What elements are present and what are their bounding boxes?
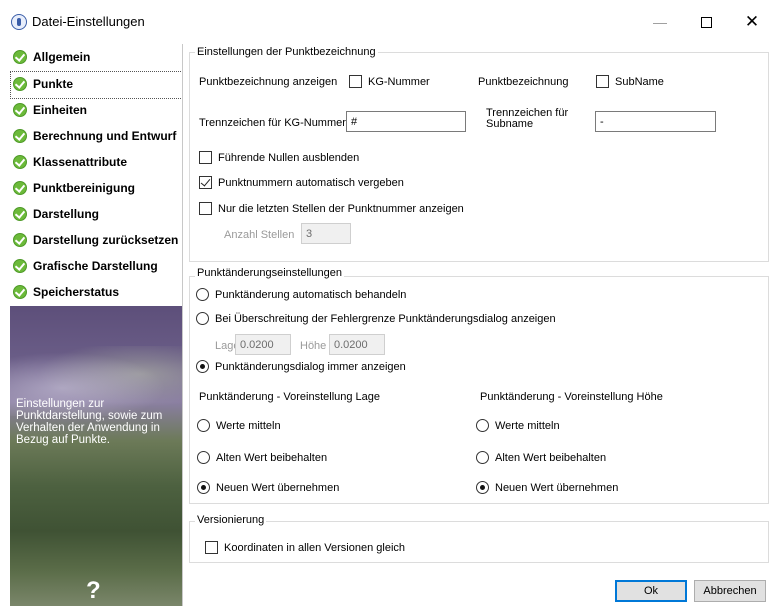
minimize-button[interactable]: — (637, 0, 683, 44)
app-icon (11, 14, 27, 30)
sidebar-item-punkte[interactable]: Punkte (10, 71, 182, 99)
radio-immer-anzeigen[interactable] (196, 360, 209, 373)
check-circle-icon (13, 77, 27, 91)
sidebar: Allgemein Punkte Einheiten Berechnung un… (10, 44, 183, 606)
lage-column-title: Punktänderung - Voreinstellung Lage (199, 391, 381, 403)
hoehe-label: Höhe (300, 340, 327, 352)
sidebar-item-berechnung[interactable]: Berechnung und Entwurf (10, 123, 182, 149)
auto-nummer-checkbox[interactable] (199, 176, 212, 189)
hoehe-radio-neuen[interactable] (476, 481, 489, 494)
settings-panel: Einstellungen der Punktbezeichnung Punkt… (184, 44, 771, 606)
nullen-label: Führende Nullen ausblenden (218, 152, 360, 164)
letzte-stellen-checkbox[interactable] (199, 202, 212, 215)
radio-auto-behandeln-label: Punktänderung automatisch behandeln (215, 289, 407, 301)
hoehe-input[interactable] (329, 334, 385, 355)
radio-immer-anzeigen-label: Punktänderungsdialog immer anzeigen (215, 361, 406, 373)
lage-radio-neuen[interactable] (197, 481, 210, 494)
radio-fehlergrenze[interactable] (196, 312, 209, 325)
close-icon: ✕ (744, 12, 760, 32)
lage-neuen-label: Neuen Wert übernehmen (216, 482, 340, 494)
check-circle-icon (13, 207, 27, 221)
sidebar-item-einheiten[interactable]: Einheiten (10, 97, 182, 123)
anzahl-stellen-input[interactable] (301, 223, 351, 244)
sidebar-item-label: Klassenattribute (33, 155, 128, 169)
kg-nummer-checkbox[interactable] (349, 75, 362, 88)
sidebar-item-label: Allgemein (33, 50, 91, 64)
sidebar-item-label: Speicherstatus (33, 285, 120, 299)
hoehe-radio-alten[interactable] (476, 451, 489, 464)
sidebar-item-grafische-darstellung[interactable]: Grafische Darstellung (10, 253, 182, 279)
close-button[interactable]: ✕ (729, 0, 771, 44)
subname-checkbox[interactable] (596, 75, 609, 88)
group-title-punktaenderung: Punktänderungseinstellungen (195, 267, 344, 279)
sidebar-item-label: Berechnung und Entwurf (33, 129, 177, 143)
lage-alten-label: Alten Wert beibehalten (216, 452, 328, 464)
lage-radio-alten[interactable] (197, 451, 210, 464)
check-circle-icon (13, 233, 27, 247)
maximize-icon (700, 16, 712, 28)
hoehe-radio-mitteln[interactable] (476, 419, 489, 432)
show-label-text: Punktbezeichnung anzeigen (199, 76, 338, 88)
trenn-sub-label: Trennzeichen für Subname (486, 108, 568, 130)
radio-fehlergrenze-label: Bei Überschreitung der Fehlergrenze Punk… (215, 313, 556, 325)
check-circle-icon (13, 259, 27, 273)
title-bar: Datei-Einstellungen — ✕ (0, 0, 771, 44)
koordinaten-label: Koordinaten in allen Versionen gleich (224, 542, 406, 554)
ok-button[interactable]: Ok (615, 580, 687, 602)
hoehe-column-title: Punktänderung - Voreinstellung Höhe (480, 391, 663, 403)
trenn-sub-label-line2: Subname (486, 118, 534, 130)
sidebar-item-label: Grafische Darstellung (33, 259, 158, 273)
auto-nummer-label: Punktnummern automatisch vergeben (218, 177, 404, 189)
lage-radio-mitteln[interactable] (197, 419, 210, 432)
cancel-button[interactable]: Abbrechen (694, 580, 766, 602)
hoehe-mitteln-label: Werte mitteln (495, 420, 560, 432)
punktbezeichnung-label: Punktbezeichnung (478, 76, 569, 88)
subname-label: SubName (615, 76, 664, 88)
sidebar-item-speicherstatus[interactable]: Speicherstatus (10, 279, 182, 305)
koordinaten-checkbox[interactable] (205, 541, 218, 554)
check-circle-icon (13, 103, 27, 117)
sidebar-item-label: Darstellung zurücksetzen (33, 233, 179, 247)
sidebar-item-label: Punkte (33, 77, 74, 91)
anzahl-stellen-label: Anzahl Stellen (224, 229, 295, 241)
help-icon[interactable]: ? (86, 577, 101, 605)
check-circle-icon (13, 181, 27, 195)
window-title: Datei-Einstellungen (32, 14, 145, 29)
sidebar-item-punktbereinigung[interactable]: Punktbereinigung (10, 175, 182, 201)
hoehe-alten-label: Alten Wert beibehalten (495, 452, 607, 464)
lage-mitteln-label: Werte mitteln (216, 420, 281, 432)
sidebar-item-darstellung[interactable]: Darstellung (10, 201, 182, 227)
trenn-kg-input[interactable] (346, 111, 466, 132)
check-circle-icon (13, 129, 27, 143)
check-circle-icon (13, 285, 27, 299)
radio-auto-behandeln[interactable] (196, 288, 209, 301)
sidebar-item-klassenattribute[interactable]: Klassenattribute (10, 149, 182, 175)
trenn-sub-input[interactable] (595, 111, 716, 132)
kg-nummer-label: KG-Nummer (368, 76, 430, 88)
sidebar-landscape-image: Einstellungen zur Punktdarstellung, sowi… (10, 306, 182, 606)
lage-input[interactable] (235, 334, 291, 355)
minimize-icon: — (653, 14, 667, 30)
check-circle-icon (13, 155, 27, 169)
sidebar-description: Einstellungen zur Punktdarstellung, sowi… (16, 398, 163, 446)
hoehe-neuen-label: Neuen Wert übernehmen (495, 482, 619, 494)
group-title-punktbezeichnung: Einstellungen der Punktbezeichnung (195, 46, 378, 58)
nullen-checkbox[interactable] (199, 151, 212, 164)
group-title-versionierung: Versionierung (195, 514, 267, 526)
maximize-button[interactable] (683, 0, 729, 44)
trenn-kg-label: Trennzeichen für KG-Nummer (199, 117, 346, 129)
sidebar-item-label: Punktbereinigung (33, 181, 135, 195)
sidebar-item-allgemein[interactable]: Allgemein (10, 44, 182, 70)
sidebar-item-label: Einheiten (33, 103, 88, 117)
letzte-stellen-label: Nur die letzten Stellen der Punktnummer … (218, 203, 464, 215)
check-circle-icon (13, 50, 27, 64)
group-punktaenderung (189, 276, 769, 504)
sidebar-item-label: Darstellung (33, 207, 100, 221)
sidebar-item-darstellung-zuruecksetzen[interactable]: Darstellung zurücksetzen (10, 227, 182, 253)
